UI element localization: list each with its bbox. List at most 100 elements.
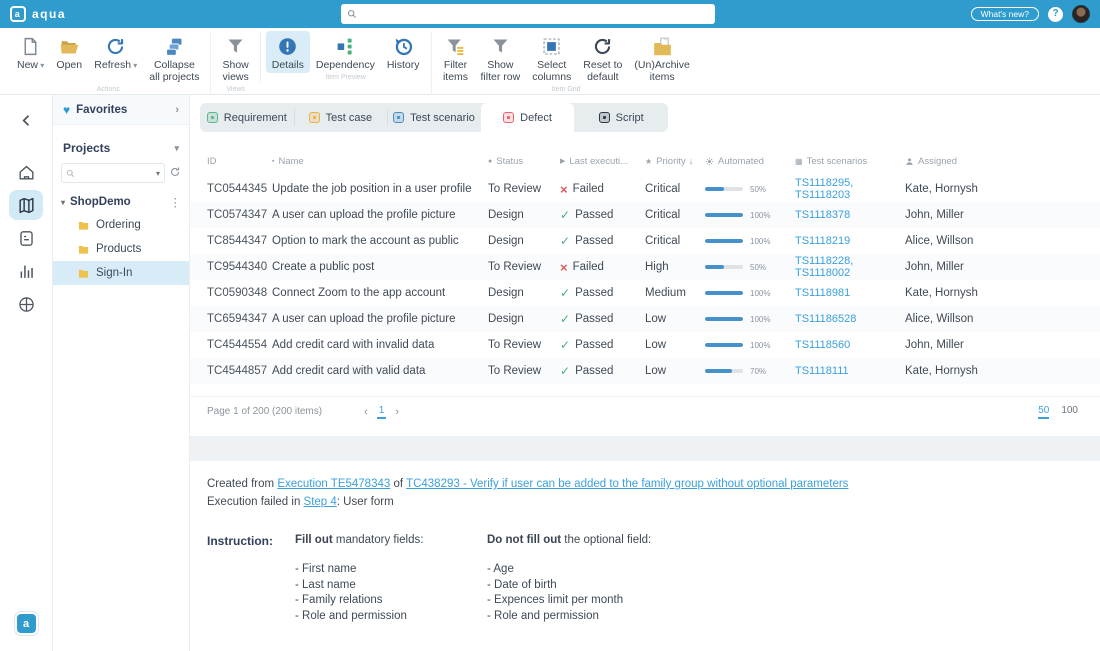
chevron-down-icon[interactable]: ▾ (156, 169, 160, 178)
brand-name: aqua (32, 7, 66, 21)
table-row[interactable]: TC6594347A user can upload the profile p… (190, 306, 1100, 332)
new-button[interactable]: New ▾ (11, 31, 50, 85)
favorites-row[interactable]: ♥ Favorites › (53, 95, 189, 125)
table-row[interactable]: TC0544345Update the job position in a us… (190, 176, 1100, 202)
table-row[interactable]: TC0590348Connect Zoom to the app account… (190, 280, 1100, 306)
rail-item-grid[interactable] (9, 289, 43, 319)
rail-item-report[interactable] (9, 223, 43, 253)
cell-test-scenarios[interactable]: TS1118981 (795, 287, 905, 299)
filter-items-button[interactable]: Filter items (437, 31, 475, 85)
column-header-label: Test scenarios (807, 156, 868, 167)
reset-to-default-button[interactable]: Reset to default (577, 31, 628, 85)
list-item: - Role and permission (295, 609, 487, 625)
cell-name: Connect Zoom to the app account (272, 287, 488, 299)
testcase-link[interactable]: TC438293 - Verify if user can be added t… (406, 478, 848, 490)
rail-item-chart[interactable] (9, 256, 43, 286)
cell-test-scenarios[interactable]: TS1118111 (795, 365, 905, 377)
tab-test-case[interactable]: Test case (294, 103, 388, 132)
tree-item-ordering[interactable]: Ordering (53, 213, 189, 237)
rail-item-chevron-left[interactable] (9, 105, 43, 135)
select-columns-button[interactable]: Select columns (526, 31, 577, 85)
show-filter-row-button[interactable]: Show filter row (475, 31, 527, 85)
rail-item-home[interactable] (9, 157, 43, 187)
cell-test-scenarios[interactable]: TS11186528 (795, 313, 905, 325)
toolbar-button-label: Dependency (316, 59, 375, 71)
circle-icon: ● (488, 158, 492, 165)
avatar[interactable] (1072, 5, 1090, 23)
column-header-test-scenarios[interactable]: ▦Test scenarios (795, 156, 905, 167)
cell-priority: High (645, 261, 705, 273)
chevron-down-icon[interactable]: ▾ (61, 198, 65, 207)
column-header-name[interactable]: ▪Name (272, 156, 488, 167)
global-search[interactable] (341, 4, 715, 24)
project-search-input[interactable] (78, 168, 153, 179)
tree-node-shopdemo[interactable]: ▾ ShopDemo ⋮ (53, 183, 189, 213)
tab-script[interactable]: Script (574, 103, 668, 132)
next-page-button[interactable]: › (395, 406, 399, 418)
tree-item-products[interactable]: Products (53, 237, 189, 261)
test-scenario-icon (393, 112, 404, 123)
tree-item-sign-in[interactable]: Sign-In (53, 261, 189, 285)
column-header-last-executi[interactable]: ▶Last executi... (560, 156, 645, 167)
column-header-priority[interactable]: ★Priority↓ (645, 156, 705, 167)
details-button[interactable]: Details (266, 31, 310, 73)
cell-test-scenarios[interactable]: TS1118228, TS1118002 (795, 255, 905, 279)
page-number[interactable]: 1 (377, 405, 387, 419)
show-views-button[interactable]: Show views (216, 31, 254, 85)
column-header-assigned[interactable]: Assigned (905, 156, 1100, 167)
failed-icon: × (560, 183, 568, 196)
table-row[interactable]: TC9544340Create a public postTo Review×F… (190, 254, 1100, 280)
toolbar-group-views: Show viewsViews (210, 31, 259, 95)
tab-defect[interactable]: Defect (481, 103, 575, 132)
open-button[interactable]: Open (50, 31, 88, 85)
column-header-id[interactable]: ID (207, 156, 272, 167)
column-header-status[interactable]: ●Status (488, 156, 560, 167)
cell-test-scenarios[interactable]: TS1118219 (795, 235, 905, 247)
column-header-automated[interactable]: Automated (705, 156, 795, 167)
projects-header[interactable]: Projects ▾ (53, 125, 189, 163)
cell-id: TC4544857 (207, 365, 272, 377)
progress-fill (705, 213, 743, 217)
project-search[interactable]: ▾ (61, 163, 165, 183)
tab-test-scenario[interactable]: Test scenario (387, 103, 481, 132)
help-button[interactable]: ? (1048, 7, 1063, 22)
list-item: - Role and permission (487, 609, 651, 625)
toolbar: New ▾OpenRefresh ▾Collapse all projectsA… (0, 28, 1100, 95)
passed-icon: ✓ (560, 365, 570, 377)
cell-test-scenarios[interactable]: TS1118295, TS1118203 (795, 177, 905, 201)
collapse-all-projects-button[interactable]: Collapse all projects (143, 31, 205, 85)
execution-link[interactable]: Execution TE5478343 (277, 478, 390, 490)
failed-step-line: Execution failed in Step 4: User form (207, 494, 1080, 512)
whats-new-button[interactable]: What's new? (971, 7, 1039, 22)
tab-requirement[interactable]: Requirement (200, 103, 294, 132)
table-row[interactable]: TC0574347A user can upload the profile p… (190, 202, 1100, 228)
page-size-50[interactable]: 50 (1038, 405, 1049, 419)
rail-item-map[interactable] (9, 190, 43, 220)
cell-test-scenarios[interactable]: TS1118378 (795, 209, 905, 221)
refresh-tree-button[interactable] (169, 166, 181, 181)
history-button[interactable]: History (381, 31, 426, 73)
refresh-button[interactable]: Refresh ▾ (88, 31, 143, 85)
progress-percent: 100% (750, 211, 770, 220)
cell-last-execution: ✓Passed (560, 235, 645, 247)
optional-fields-title: Do not fill out the optional field: (487, 532, 651, 550)
projects-label: Projects (63, 141, 110, 155)
dependency-button[interactable]: Dependency (310, 31, 381, 73)
page-size-100[interactable]: 100 (1061, 405, 1078, 419)
global-search-input[interactable] (361, 9, 709, 20)
un-archive-items-button[interactable]: (Un)Archive items (628, 31, 695, 85)
execution-label: Passed (575, 287, 613, 299)
chevron-right-icon: › (175, 104, 179, 116)
table-row[interactable]: TC8544347Option to mark the account as p… (190, 228, 1100, 254)
step-link[interactable]: Step 4 (304, 496, 337, 508)
table-row[interactable]: TC4544857Add credit card with valid data… (190, 358, 1100, 384)
cell-assigned: Alice, Willson (905, 313, 1100, 325)
prev-page-button[interactable]: ‹ (364, 406, 368, 418)
progress-percent: 100% (750, 237, 770, 246)
cell-test-scenarios[interactable]: TS1118560 (795, 339, 905, 351)
kebab-menu-icon[interactable]: ⋮ (170, 195, 182, 209)
folder-icon (77, 244, 90, 255)
progress-bar (705, 317, 743, 321)
table-row[interactable]: TC4544554Add credit card with invalid da… (190, 332, 1100, 358)
cell-status: To Review (488, 339, 560, 351)
